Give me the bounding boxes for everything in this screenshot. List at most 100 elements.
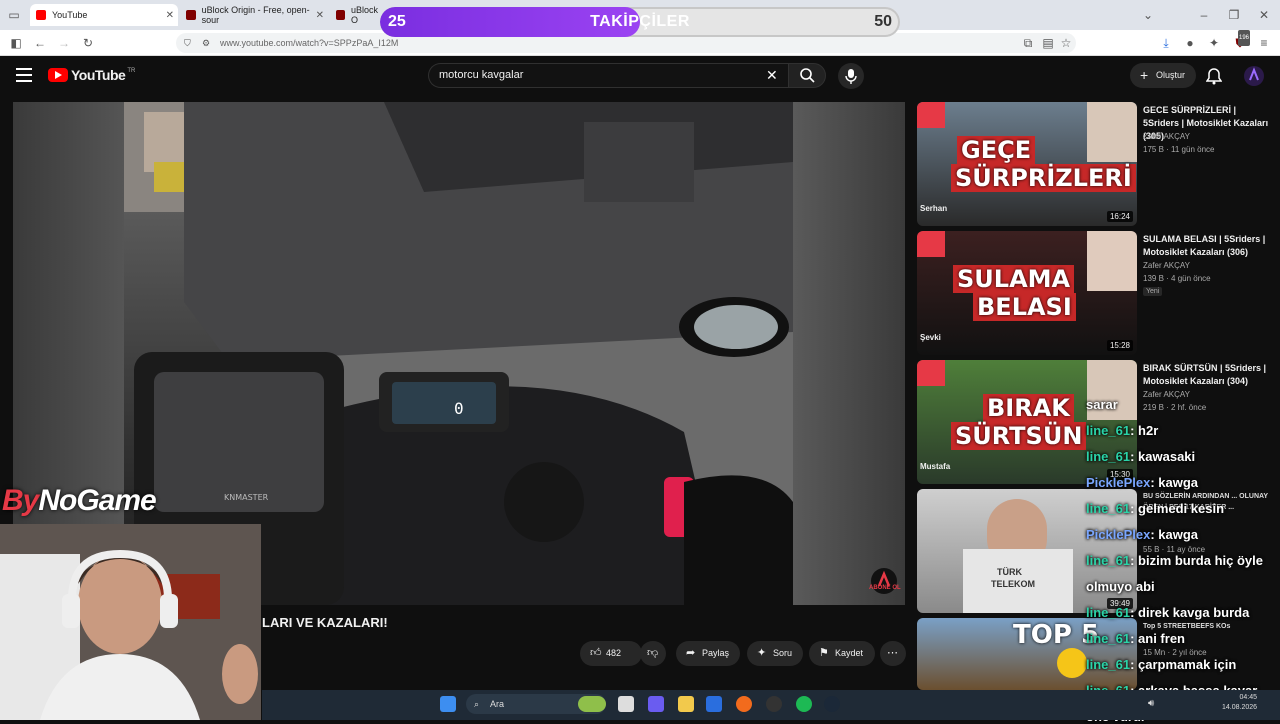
thumbnail-caption-line1: GEÇE bbox=[957, 136, 1036, 164]
channel-name[interactable]: Zafer AKÇAY bbox=[1143, 390, 1190, 399]
notifications-bell-icon[interactable] bbox=[1205, 67, 1223, 90]
steam-icon[interactable] bbox=[824, 696, 840, 712]
ublock-favicon-icon bbox=[336, 10, 346, 20]
clear-search-icon[interactable]: ✕ bbox=[766, 67, 778, 84]
reload-icon[interactable]: ↻ bbox=[80, 35, 96, 51]
system-clock[interactable]: 04:45 14.08.2026 bbox=[1222, 693, 1257, 713]
minimize-icon[interactable]: – bbox=[1196, 7, 1212, 23]
extensions-icon[interactable]: ✦ bbox=[1206, 35, 1222, 51]
recommendation-title[interactable]: BIRAK SÜRTSÜN | 5Sriders | Motosiklet Ka… bbox=[1143, 362, 1273, 388]
account-icon[interactable]: ● bbox=[1182, 35, 1198, 51]
share-button[interactable]: ➦ Paylaş bbox=[676, 641, 740, 666]
bookmark-star-icon[interactable]: ☆ bbox=[1058, 35, 1074, 51]
chat-message: PicklePlex: kawga bbox=[1086, 475, 1198, 490]
channel-logo-icon bbox=[917, 231, 945, 257]
more-actions-button[interactable]: ⋯ bbox=[880, 641, 906, 666]
search-button[interactable] bbox=[788, 63, 826, 88]
video-meta: 139 B · 4 gün önce bbox=[1143, 274, 1211, 283]
account-avatar[interactable] bbox=[1244, 66, 1264, 86]
dislike-button[interactable]: 👎︎ bbox=[640, 641, 666, 666]
microphone-icon bbox=[845, 69, 857, 84]
tab-youtube[interactable]: YouTube ✕ bbox=[30, 4, 178, 26]
close-icon[interactable]: ✕ bbox=[316, 10, 324, 21]
emoji-face-icon bbox=[1057, 648, 1087, 678]
youtube-logo[interactable]: YouTube TR bbox=[48, 67, 135, 83]
menu-icon[interactable]: ≡ bbox=[1256, 35, 1272, 51]
task-view-icon[interactable] bbox=[618, 696, 634, 712]
chat-username: line_61 bbox=[1086, 501, 1131, 516]
youtube-play-icon bbox=[48, 68, 68, 82]
brand-part-a: By bbox=[2, 484, 39, 517]
video-thumbnail[interactable]: BIRAK SÜRTSÜN Mustafa 15:30 bbox=[917, 360, 1137, 484]
streamer-webcam bbox=[0, 524, 261, 720]
voice-search-button[interactable] bbox=[838, 63, 864, 89]
tab-list-chevron-icon[interactable]: ⌄ bbox=[1140, 7, 1156, 23]
svg-text:0: 0 bbox=[454, 399, 464, 418]
thumbnail-rider-name: Mustafa bbox=[920, 462, 951, 471]
hamburger-menu-icon[interactable] bbox=[16, 68, 32, 82]
file-explorer-icon[interactable] bbox=[678, 696, 694, 712]
screenshot-icon[interactable]: ⧉ bbox=[1020, 35, 1036, 51]
spotify-icon[interactable] bbox=[796, 696, 812, 712]
chat-message: line_61: h2r bbox=[1086, 423, 1158, 438]
tab-title: uBlock Origin - Free, open-sour bbox=[201, 5, 310, 25]
windows-start-icon[interactable] bbox=[440, 696, 456, 712]
copilot-icon[interactable] bbox=[648, 696, 664, 712]
video-thumbnail[interactable]: TOP 5 bbox=[917, 618, 1137, 690]
country-code: TR bbox=[127, 68, 136, 74]
restore-icon[interactable]: ❐ bbox=[1226, 7, 1242, 23]
tab-ublock[interactable]: uBlock Origin - Free, open-sour ✕ bbox=[180, 4, 328, 26]
chat-text: : direk kavga burda bbox=[1130, 605, 1250, 620]
close-icon[interactable]: ✕ bbox=[166, 10, 174, 21]
tab-overview-icon[interactable]: ▭ bbox=[6, 7, 22, 23]
forward-icon[interactable]: → bbox=[56, 35, 72, 51]
video-thumbnail[interactable]: SULAMA BELASI Şevki 15:28 bbox=[917, 231, 1137, 355]
store-icon[interactable] bbox=[706, 696, 722, 712]
chat-username: PicklePlex bbox=[1086, 475, 1151, 490]
video-meta: 15 Mn · 2 yıl önce bbox=[1143, 648, 1207, 657]
create-label: Oluştur bbox=[1156, 70, 1186, 80]
more-horizontal-icon: ⋯ bbox=[887, 647, 898, 659]
firefox-icon[interactable] bbox=[736, 696, 752, 712]
volume-icon[interactable]: 🔊︎ bbox=[1148, 698, 1154, 709]
clock-date: 14.08.2026 bbox=[1222, 704, 1258, 711]
ask-button[interactable]: ✦ Soru bbox=[747, 641, 803, 666]
ublock-icon[interactable]: ⛊ 196 bbox=[1232, 30, 1251, 51]
subscribe-watermark[interactable]: ABONE OL bbox=[869, 568, 901, 594]
create-button[interactable]: + Oluştur bbox=[1130, 63, 1196, 88]
site-info-icon[interactable]: ⚙ bbox=[202, 33, 210, 53]
channel-logo-icon bbox=[917, 360, 945, 386]
thumbnail-rider-name: Serhan bbox=[920, 204, 948, 213]
recommendation-item[interactable]: TOP 5 Top 5 STREETBEEFS KOs 15 Mn · 2 yı… bbox=[917, 618, 1277, 690]
player-blur-right bbox=[793, 102, 905, 605]
recommendation-item[interactable]: GEÇE SÜRPRİZLERİ Serhan 16:24 GECE SÜRPR… bbox=[917, 102, 1277, 228]
thumbs-down-icon: 👎︎ bbox=[647, 647, 659, 659]
video-meta: 175 B · 11 gün önce bbox=[1143, 145, 1215, 154]
chat-text: : bizim burda hiç öyle bbox=[1130, 553, 1264, 568]
chat-message: line_61: ani fren bbox=[1086, 631, 1185, 646]
like-button[interactable]: 👍︎ 482 bbox=[580, 641, 642, 666]
reader-view-icon[interactable]: ▤ bbox=[1040, 35, 1056, 51]
chat-message: line_61: çarpmamak için bbox=[1086, 657, 1236, 672]
youtube-header: YouTube TR motorcu kavgalar ✕ + Oluştur bbox=[0, 57, 1280, 95]
channel-name[interactable]: Zafer AKÇAY bbox=[1143, 132, 1190, 141]
chat-message: line_61: bizim burda hiç öyle bbox=[1086, 553, 1263, 568]
video-duration: 16:24 bbox=[1106, 211, 1133, 222]
channel-logo-icon bbox=[917, 102, 945, 128]
channel-name[interactable]: Zafer AKÇAY bbox=[1143, 261, 1190, 270]
search-input[interactable]: motorcu kavgalar bbox=[428, 63, 788, 88]
chat-text: : kawasaki bbox=[1130, 449, 1196, 464]
downloads-icon[interactable]: ⤓ bbox=[1158, 35, 1174, 51]
recommendation-item[interactable]: SULAMA BELASI Şevki 15:28 SULAMA BELASI … bbox=[917, 231, 1277, 357]
widget-icon[interactable] bbox=[578, 696, 606, 712]
streamer-brand-logo: ByNoGame bbox=[2, 484, 157, 518]
sidebar-toggle-icon[interactable]: ◧ bbox=[8, 35, 24, 51]
thumbnail-caption-line2: BELASI bbox=[973, 293, 1076, 321]
obs-icon[interactable] bbox=[766, 696, 782, 712]
recommendation-title[interactable]: SULAMA BELASI | 5Sriders | Motosiklet Ka… bbox=[1143, 233, 1273, 259]
save-button[interactable]: ⚑ Kaydet bbox=[809, 641, 875, 666]
window-close-icon[interactable]: ✕ bbox=[1256, 7, 1272, 23]
video-thumbnail[interactable]: GEÇE SÜRPRİZLERİ Serhan 16:24 bbox=[917, 102, 1137, 226]
taskbar-search-placeholder: Ara bbox=[490, 699, 505, 709]
back-icon[interactable]: ← bbox=[32, 35, 48, 51]
